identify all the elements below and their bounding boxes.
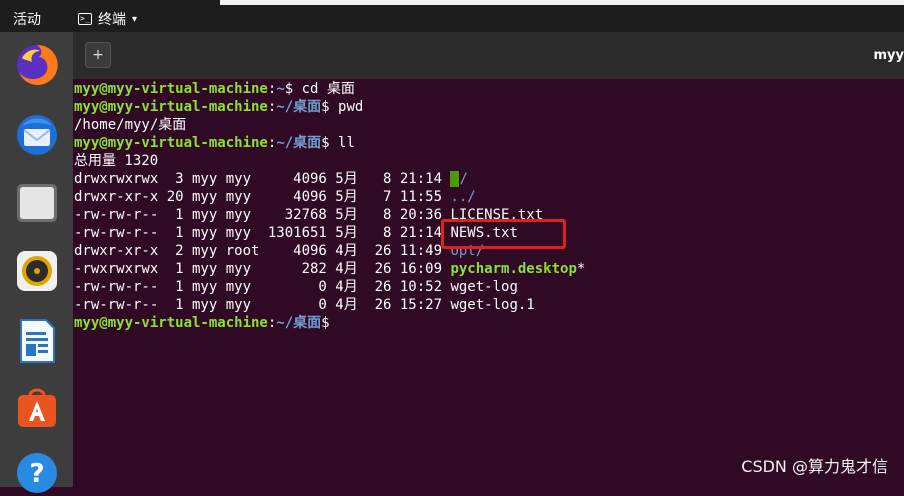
prompt-dollar: $ xyxy=(321,99,338,115)
entry-name: pycharm.desktop xyxy=(450,261,576,277)
listing-row: -rw-rw-r-- 1 myy myy 0 4月 26 10:52 wget-… xyxy=(74,278,904,296)
entry-meta: -rw-rw-r-- 1 myy myy 32768 5月 8 20:36 xyxy=(74,207,450,223)
entry-meta: drwxr-xr-x 2 myy root 4096 4月 26 11:49 xyxy=(74,243,450,259)
entry-meta: -rw-rw-r-- 1 myy myy 1301651 5月 8 21:14 xyxy=(74,225,450,241)
terminal-line: myy@myy-virtual-machine:~/桌面$ xyxy=(74,314,904,332)
thunderbird-icon xyxy=(14,112,60,158)
top-strip xyxy=(220,0,904,5)
terminal-line: myy@myy-virtual-machine:~/桌面$ pwd xyxy=(74,98,904,116)
terminal-line: /home/myy/桌面 xyxy=(74,116,904,134)
prompt-path: ~ xyxy=(276,81,284,97)
prompt-user-host: myy@myy-virtual-machine xyxy=(74,135,268,151)
dock-item-files[interactable] xyxy=(14,180,60,226)
activities-button[interactable]: 活动 xyxy=(13,9,41,29)
prompt-path: ~/桌面 xyxy=(276,135,321,151)
entry-suffix: * xyxy=(577,261,585,277)
entry-meta: -rw-rw-r-- 1 myy myy 0 4月 26 10:52 xyxy=(74,279,450,295)
top-bar: 活动 >_ 终端 ▾ xyxy=(0,0,904,32)
entry-meta: -rw-rw-r-- 1 myy myy 0 4月 26 15:27 xyxy=(74,297,450,313)
prompt-path: ~/桌面 xyxy=(276,99,321,115)
prompt-dollar: $ xyxy=(321,135,338,151)
new-tab-button[interactable]: + xyxy=(85,42,111,68)
entry-name: wget-log.1 xyxy=(450,297,534,313)
terminal-titlebar: + myy xyxy=(73,32,904,79)
svg-text:?: ? xyxy=(29,459,44,489)
terminal-line: myy@myy-virtual-machine:~$ cd 桌面 xyxy=(74,80,904,98)
prompt-dollar: $ xyxy=(285,81,302,97)
watermark: CSDN @算力鬼才信 xyxy=(741,453,888,477)
terminal-output[interactable]: myy@myy-virtual-machine:~$ cd 桌面 myy@myy… xyxy=(74,80,904,487)
prompt-user-host: myy@myy-virtual-machine xyxy=(74,81,268,97)
listing-row: drwxrwxrwx 3 myy myy 4096 5月 8 21:14 .// xyxy=(74,170,904,188)
dock-item-help[interactable]: ? xyxy=(14,450,60,496)
help-icon: ? xyxy=(14,450,60,496)
files-icon xyxy=(14,180,60,226)
entry-meta: drwxrwxrwx 3 myy myy 4096 5月 8 21:14 xyxy=(74,171,450,187)
entry-name: ../ xyxy=(450,189,475,205)
prompt-path: ~/桌面 xyxy=(276,315,321,331)
rhythmbox-icon xyxy=(14,248,60,294)
entry-name: wget-log xyxy=(450,279,517,295)
terminal-line: myy@myy-virtual-machine:~/桌面$ ll xyxy=(74,134,904,152)
firefox-icon xyxy=(14,42,60,88)
dock-item-rhythmbox[interactable] xyxy=(14,248,60,294)
prompt-dollar: $ xyxy=(321,315,338,331)
entry-meta: drwxr-xr-x 20 myy myy 4096 5月 7 11:55 xyxy=(74,189,450,205)
ubuntu-software-icon xyxy=(14,384,60,430)
dock-item-firefox[interactable] xyxy=(14,42,60,88)
listing-row: drwxr-xr-x 20 myy myy 4096 5月 7 11:55 ..… xyxy=(74,188,904,206)
listing-row: -rw-rw-r-- 1 myy myy 0 4月 26 15:27 wget-… xyxy=(74,296,904,314)
dock-item-writer[interactable] xyxy=(14,318,60,364)
highlight-annotation xyxy=(441,219,566,249)
listing-row: -rwxrwxrwx 1 myy myy 282 4月 26 16:09 pyc… xyxy=(74,260,904,278)
prompt-user-host: myy@myy-virtual-machine xyxy=(74,99,268,115)
app-name: 终端 xyxy=(98,9,126,29)
command-text: ll xyxy=(338,135,355,151)
command-text: cd 桌面 xyxy=(302,81,355,97)
command-text: pwd xyxy=(338,99,363,115)
entry-meta: -rwxrwxrwx 1 myy myy 282 4月 26 16:09 xyxy=(74,261,450,277)
chevron-down-icon: ▾ xyxy=(132,14,137,25)
terminal-line: 总用量 1320 xyxy=(74,152,904,170)
prompt-user-host: myy@myy-virtual-machine xyxy=(74,315,268,331)
terminal-icon: >_ xyxy=(78,13,92,25)
dock-item-thunderbird[interactable] xyxy=(14,112,60,158)
app-menu[interactable]: >_ 终端 ▾ xyxy=(78,9,137,29)
window-title: myy xyxy=(874,48,904,63)
dock: ? xyxy=(0,32,73,487)
dock-item-software[interactable] xyxy=(14,384,60,430)
libreoffice-writer-icon xyxy=(14,318,60,364)
